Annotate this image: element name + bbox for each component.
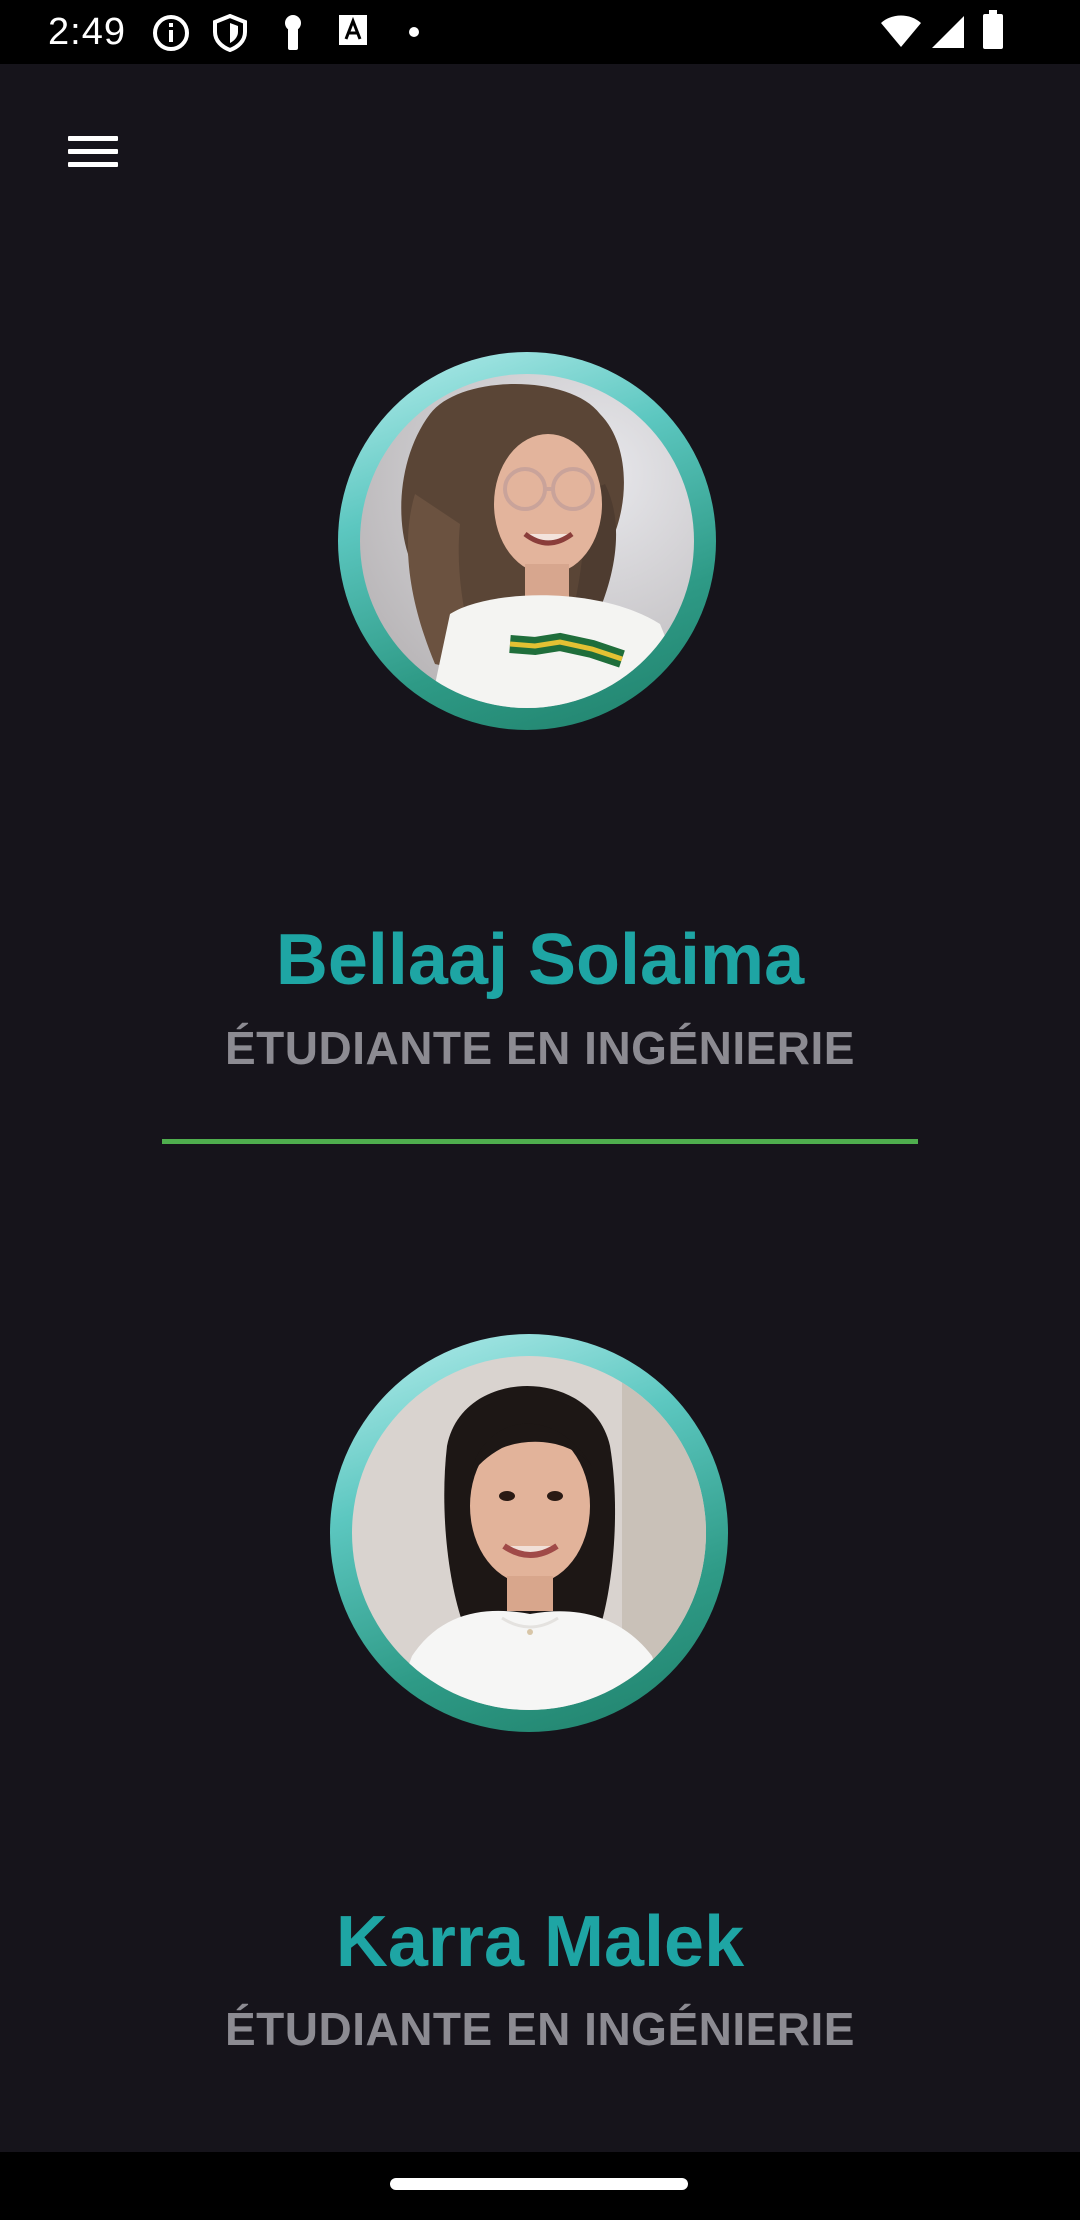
- profile-avatar: [338, 352, 716, 730]
- key-icon: [285, 15, 301, 50]
- dark-hair-woman-portrait-icon: [352, 1356, 706, 1710]
- profile-role: ÉTUDIANTE EN INGÉNIERIE: [224, 1022, 855, 1074]
- home-gesture-handle[interactable]: [390, 2178, 688, 2190]
- font-a-icon: [339, 15, 367, 45]
- dot-icon: [409, 27, 419, 37]
- profile-photo: [360, 374, 694, 708]
- profile-photo: [352, 1356, 706, 1710]
- profile-role: ÉTUDIANTE EN INGÉNIERIE: [224, 2003, 855, 2055]
- navigation-bar: [0, 2152, 1080, 2220]
- profile-name: Bellaaj Solaima: [275, 920, 805, 1000]
- cellular-signal-icon: [932, 16, 964, 48]
- shield-icon: [213, 14, 247, 52]
- profile-name: Karra Malek: [335, 1902, 745, 1982]
- wifi-icon: [881, 15, 921, 47]
- menu-button[interactable]: [48, 118, 140, 184]
- status-time: 2:49: [48, 11, 126, 53]
- info-icon: [153, 15, 189, 51]
- divider: [162, 1139, 918, 1144]
- profile-avatar: [330, 1334, 728, 1732]
- status-bar: 2:49: [0, 0, 1080, 64]
- curly-hair-woman-portrait-icon: [360, 374, 694, 708]
- battery-icon: [983, 10, 1003, 49]
- screen: 2:49 Bellaaj Solaima ÉTUDIANTE EN INGÉNI…: [0, 0, 1080, 2220]
